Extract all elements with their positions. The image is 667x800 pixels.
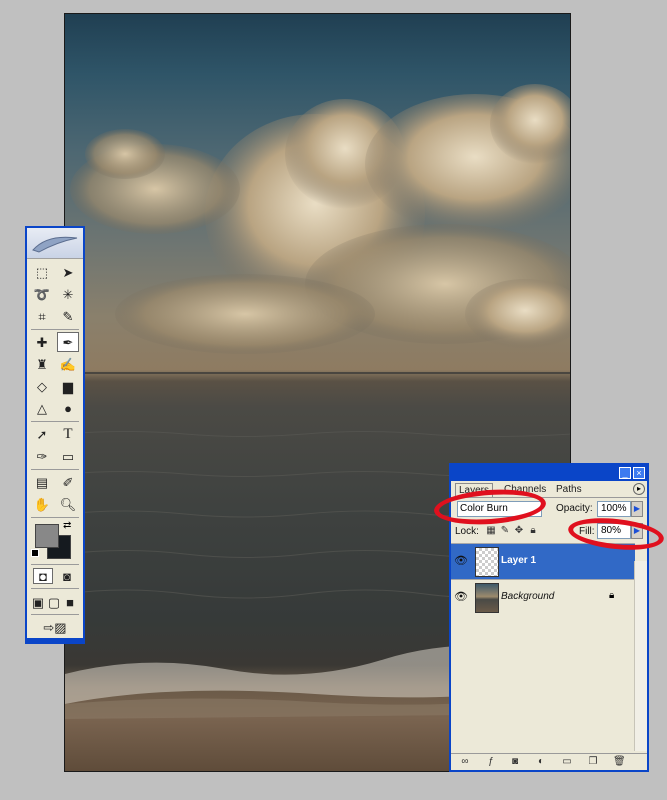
- blur-icon[interactable]: △: [31, 398, 53, 418]
- layer-thumbnail: [475, 583, 499, 613]
- separator: [31, 564, 79, 565]
- quickmask-mode-icon[interactable]: ◙: [57, 568, 77, 584]
- adjustment-layer-icon[interactable]: ◐: [535, 756, 547, 768]
- healing-icon[interactable]: ✚: [31, 332, 53, 352]
- layer-row-background[interactable]: 👁︎ Background 🔒︎: [451, 579, 635, 615]
- notes-icon[interactable]: ▤: [31, 472, 53, 492]
- shape-icon[interactable]: ▭: [57, 446, 79, 466]
- feather-logo-icon[interactable]: [27, 228, 83, 259]
- lasso-icon[interactable]: ➰: [31, 284, 53, 304]
- link-layers-icon[interactable]: ∞: [459, 756, 471, 768]
- separator: [31, 421, 79, 422]
- lock-all-icon[interactable]: 🔒︎: [527, 525, 539, 537]
- screen-mode-full-icon[interactable]: ■: [63, 592, 77, 612]
- move-icon[interactable]: ➤: [57, 262, 79, 282]
- layer-thumbnail: [475, 547, 499, 577]
- opacity-label: Opacity:: [556, 503, 593, 514]
- add-mask-icon[interactable]: ◙: [509, 756, 521, 768]
- palette-bottom-toolbar: ∞ ƒ ◙ ◐ ▭ ❐ 🗑︎: [451, 753, 647, 770]
- layer-name[interactable]: Background: [501, 591, 554, 602]
- opacity-slider-arrow-icon[interactable]: ▶: [631, 501, 643, 517]
- separator: [31, 469, 79, 470]
- palette-title-bar[interactable]: _ ×: [451, 465, 647, 481]
- separator: [31, 329, 79, 330]
- type-icon[interactable]: T: [57, 424, 79, 444]
- new-layer-icon[interactable]: ❐: [587, 756, 599, 768]
- slice-icon[interactable]: ✎: [57, 306, 79, 326]
- layer-row-layer-1[interactable]: 👁︎ Layer 1: [451, 543, 635, 579]
- separator: [31, 588, 79, 589]
- visibility-eye-icon[interactable]: 👁︎: [454, 554, 468, 568]
- screen-mode-standard-icon[interactable]: ▣: [31, 592, 45, 612]
- swap-colors-icon[interactable]: ⇄: [63, 520, 71, 531]
- new-group-icon[interactable]: ▭: [561, 756, 573, 768]
- jump-to-imageready-icon[interactable]: ⇨▨: [35, 617, 75, 637]
- eyedropper-icon[interactable]: ✐: [57, 472, 79, 492]
- layer-lock-icon: 🔒︎: [609, 590, 615, 601]
- layers-scrollbar[interactable]: [634, 561, 647, 751]
- visibility-eye-icon[interactable]: 👁︎: [454, 590, 468, 604]
- history-brush-icon[interactable]: ✍: [57, 354, 79, 374]
- dodge-icon[interactable]: ●: [57, 398, 79, 418]
- minimize-icon[interactable]: _: [619, 467, 631, 479]
- separator: [31, 614, 79, 615]
- standard-mode-icon[interactable]: ◘: [33, 568, 53, 584]
- hand-icon[interactable]: ✋: [31, 494, 53, 514]
- zoom-icon[interactable]: 🔍︎: [57, 494, 79, 514]
- lock-pixels-icon[interactable]: ✎: [499, 525, 511, 537]
- path-select-icon[interactable]: ➚: [31, 424, 53, 444]
- eraser-icon[interactable]: ◇: [31, 376, 53, 396]
- crop-icon[interactable]: ⌗: [31, 306, 53, 326]
- foreground-color-swatch[interactable]: [35, 524, 59, 548]
- lock-transparency-icon[interactable]: ▦: [485, 525, 497, 537]
- gradient-icon[interactable]: ▆: [57, 376, 79, 396]
- stamp-icon[interactable]: ♜: [31, 354, 53, 374]
- tab-paths[interactable]: Paths: [553, 483, 585, 497]
- lock-label: Lock:: [455, 526, 479, 537]
- opacity-field[interactable]: 100%: [597, 501, 631, 517]
- delete-layer-icon[interactable]: 🗑︎: [613, 756, 626, 768]
- separator: [31, 517, 79, 518]
- close-icon[interactable]: ×: [633, 467, 645, 479]
- layer-name[interactable]: Layer 1: [501, 555, 536, 566]
- screen-mode-menu-icon[interactable]: ▢: [47, 592, 61, 612]
- layer-style-icon[interactable]: ƒ: [485, 756, 497, 768]
- brush-icon[interactable]: ✒: [57, 332, 79, 352]
- magic-wand-icon[interactable]: ✳: [57, 284, 79, 304]
- palette-menu-icon[interactable]: ▸: [633, 483, 645, 495]
- lock-position-icon[interactable]: ✥: [513, 525, 525, 537]
- default-colors-icon[interactable]: [31, 549, 39, 557]
- tools-palette[interactable]: ⬚ ➤ ➰ ✳ ⌗ ✎ ✚ ✒ ♜ ✍ ◇ ▆ △ ● ➚ T ✑ ▭ ▤ ✐ …: [25, 226, 85, 644]
- pen-icon[interactable]: ✑: [31, 446, 53, 466]
- marquee-icon[interactable]: ⬚: [31, 262, 53, 282]
